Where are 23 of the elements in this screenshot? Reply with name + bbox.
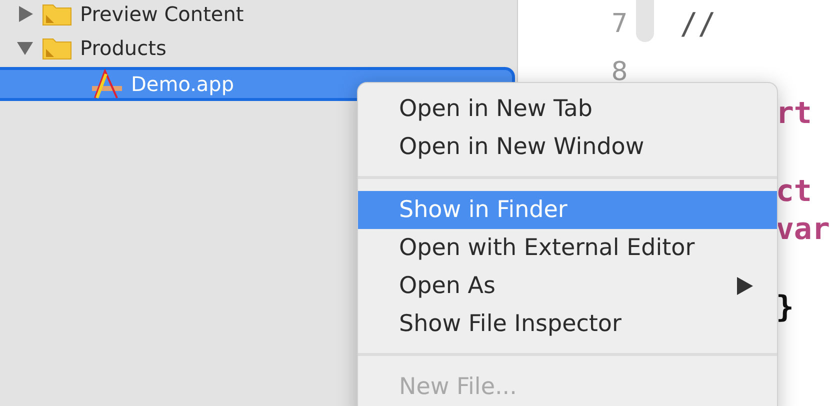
folder-row[interactable]: Preview Content [0,0,517,31]
menu-item[interactable]: Open As [358,267,777,305]
item-label: Preview Content [80,2,244,26]
code-text: } [776,290,795,327]
folder-row[interactable]: Products [0,31,517,65]
submenu-arrow-icon [737,277,753,295]
line-number: 8 [610,57,628,87]
code-text: ct [776,174,813,211]
code-text: var [776,212,830,249]
disclosure-triangle-collapsed-icon[interactable] [16,5,34,23]
folder-icon [42,2,72,26]
menu-item[interactable]: Open with External Editor [358,229,777,267]
code-text: rt [776,96,813,133]
menu-item[interactable]: Show File Inspector [358,305,777,343]
item-label: Demo.app [131,72,234,96]
menu-item[interactable]: Open in New Window [358,128,777,166]
line-number: 7 [610,9,628,39]
code-comment: // [680,6,716,42]
folder-icon [42,36,72,60]
line-highlight-marker [636,0,654,42]
app-icon [91,69,123,99]
item-label: Products [80,36,166,60]
disclosure-triangle-expanded-icon[interactable] [16,39,34,57]
